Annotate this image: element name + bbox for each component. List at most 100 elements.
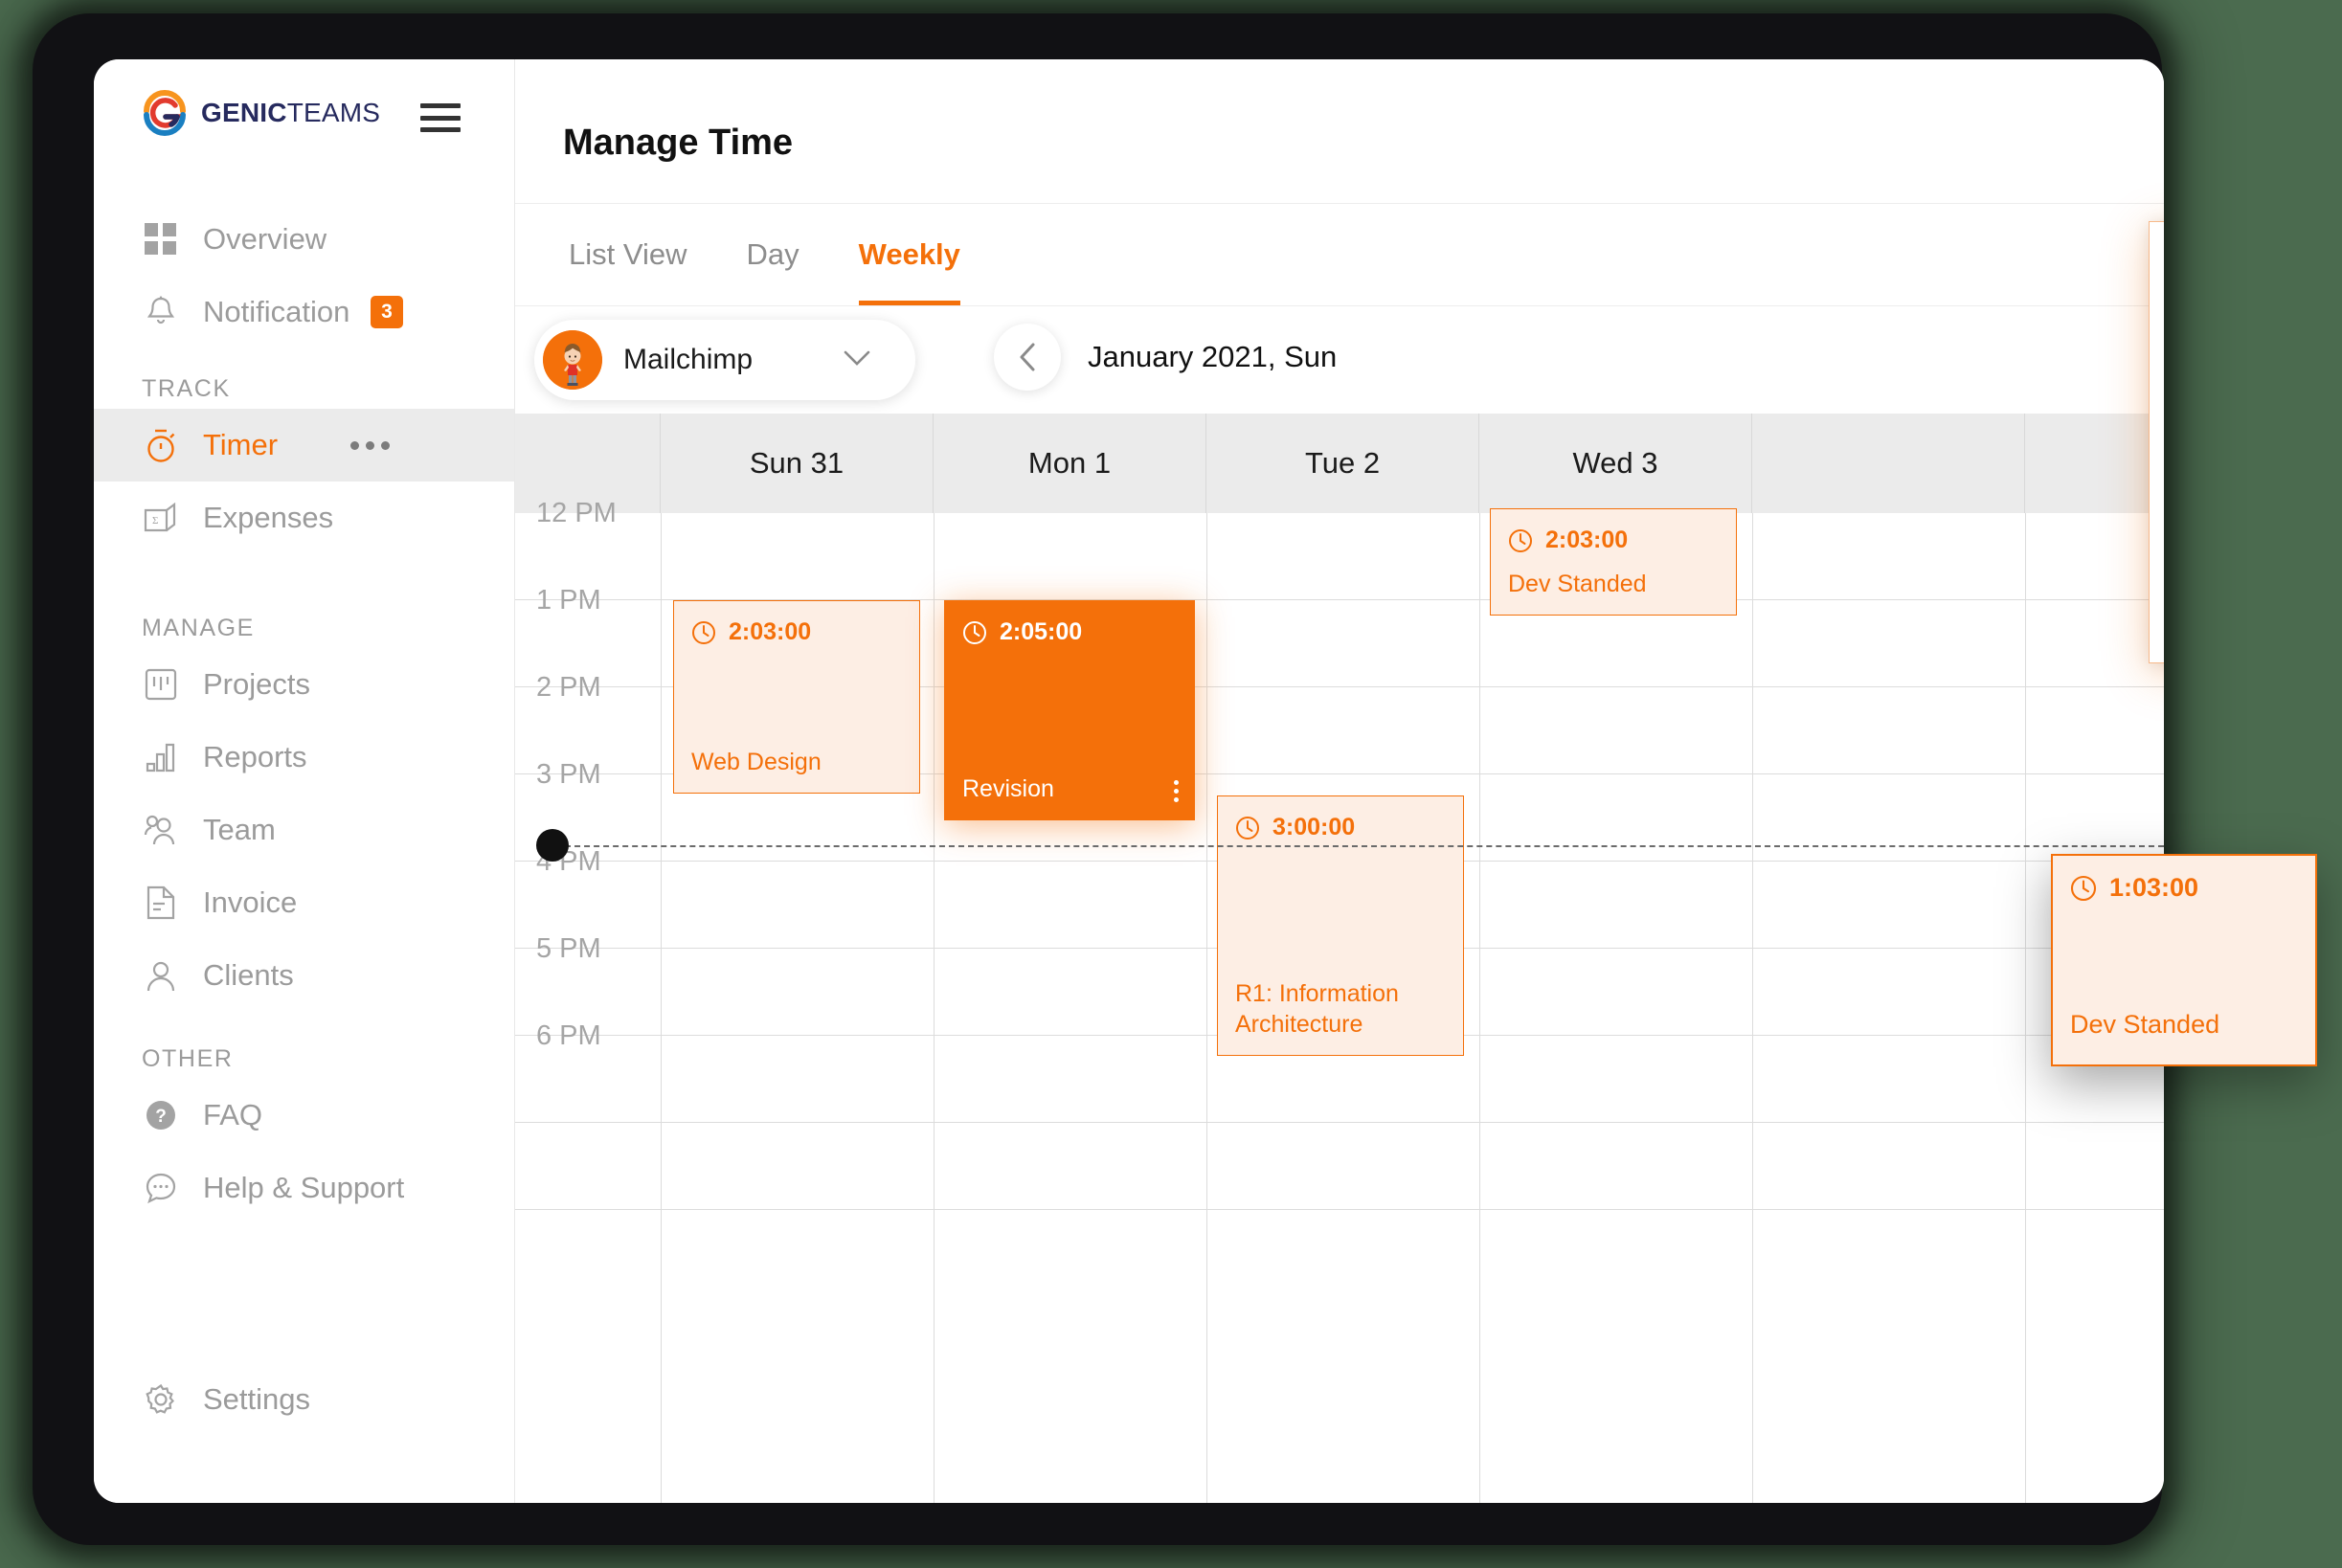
event-title: Web Design [691,748,822,775]
brand-bold: GENIC [201,98,287,127]
day-header-mon: Mon 1 [934,414,1206,513]
tab-weekly[interactable]: Weekly [858,204,961,305]
event-time-row: 2:03:00 [1508,526,1719,554]
main-content: Manage Time List View Day Weekly Mailchi… [515,59,2164,1503]
sidebar-item-label: FAQ [203,1098,263,1131]
timer-more-menu-icon[interactable] [350,440,390,450]
person-icon [140,959,182,992]
event-duration: 2:05:00 [1000,618,1083,645]
event-more-menu-icon[interactable] [1174,780,1179,802]
current-time-dot [536,829,569,862]
sidebar-item-clients[interactable]: Clients [94,939,514,1012]
dragged-event-card[interactable]: 1:03:00 Dev Standed [2051,854,2317,1066]
sidebar-item-label: Invoice [203,885,298,919]
question-circle-icon: ? [140,1099,182,1131]
view-tabs: List View Day Weekly [515,203,2164,306]
gear-icon [140,1383,182,1416]
sidebar-item-label: Team [203,813,276,846]
chat-bubble-icon [140,1172,182,1204]
calendar-event[interactable]: 3:00:00 R1: Information Architecture [1217,795,1464,1056]
event-duration: 2:03:00 [1545,526,1629,553]
clock-icon [2070,875,2097,901]
sidebar-item-overview[interactable]: Overview [94,203,514,276]
project-selector[interactable]: Mailchimp [534,320,915,400]
sidebar-item-help-support[interactable]: Help & Support [94,1152,514,1224]
grid-column-line [1752,513,1753,1503]
hour-label: 1 PM [536,585,601,616]
grid-column-line [934,513,935,1503]
sidebar-item-projects[interactable]: Projects [94,648,514,721]
clock-icon [963,620,986,644]
current-date-label: January 2021, Sun [1088,340,1338,373]
event-duration: 2:03:00 [729,618,812,645]
day-header-sun: Sun 31 [661,414,934,513]
sidebar-item-expenses[interactable]: Σ Expenses [94,482,514,554]
grid-column-line [2025,513,2026,1503]
popup-subtitle: Keep track of your time - anytime and an… [2150,552,2164,573]
sidebar-item-label: Projects [203,667,310,701]
sidebar-item-faq[interactable]: ? FAQ [94,1079,514,1152]
event-title: R1: Information Architecture [1235,980,1399,1038]
event-duration: 3:00:00 [1272,814,1356,840]
tab-list-view[interactable]: List View [569,204,687,305]
calendar-event[interactable]: 2:03:00 Dev Standed [1490,508,1737,616]
sidebar-group-other: OTHER [142,1045,234,1072]
app-screen: GENICTEAMS Overview Notification 3 TRACK… [94,59,2164,1503]
day-header-thu [1752,414,2025,513]
clock-icon [1509,528,1532,552]
hour-label: 6 PM [536,1020,601,1051]
event-time-row: 2:05:00 [962,618,1177,646]
svg-text:Σ: Σ [152,515,158,526]
sidebar-item-label: Clients [203,958,294,992]
sidebar-group-track: TRACK [142,375,231,402]
hour-label: 5 PM [536,933,601,964]
sidebar-item-label: Overview [203,222,327,256]
calendar-event[interactable]: 2:03:00 Web Design [673,600,920,794]
expenses-icon: Σ [140,503,182,533]
sidebar-item-invoice[interactable]: Invoice [94,866,514,939]
sidebar-item-reports[interactable]: Reports [94,721,514,794]
brand-light: TEAMS [286,98,381,127]
hour-row [515,1123,2164,1210]
calendar-event[interactable]: 2:05:00 Revision [944,600,1195,820]
hour-label: 3 PM [536,759,601,790]
sidebar-item-label: Timer [203,428,279,461]
brand-text: GENICTEAMS [201,98,380,128]
tab-day[interactable]: Day [747,204,799,305]
event-time-row: 1:03:00 [2070,873,2298,903]
event-duration: 1:03:00 [2109,873,2199,902]
calendar-grid[interactable]: 12 PM 1 PM 2 PM 3 PM 4 PM 5 PM 6 PM 2:03… [515,498,2164,1503]
genicteams-logo-icon [144,90,186,136]
event-time-row: 2:03:00 [691,618,902,646]
date-navigation: January 2021, Sun [994,324,1337,391]
chevron-left-icon[interactable] [994,324,1061,391]
invoice-icon [140,885,182,920]
chevron-down-icon [843,349,871,371]
svg-text:?: ? [155,1107,167,1127]
day-header-tue: Tue 2 [1206,414,1479,513]
sidebar-item-notification[interactable]: Notification 3 [94,276,514,348]
grid-icon [140,223,182,256]
sidebar-item-team[interactable]: Team [94,794,514,866]
sidebar-item-label: Help & Support [203,1171,405,1204]
stopwatch-icon [140,427,182,463]
documents-illustration [2150,272,2164,473]
sidebar-item-label: Expenses [203,501,334,534]
clock-icon [692,620,715,644]
event-title: Dev Standed [1508,570,1647,597]
grid-column-line [661,513,662,1503]
bell-icon [140,295,182,329]
sidebar-item-label: Notification [203,295,350,328]
project-name: Mailchimp [623,344,754,375]
notification-badge: 3 [371,296,403,328]
hour-label: 2 PM [536,672,601,703]
sidebar-item-timer[interactable]: Timer [94,409,514,482]
page-title: Manage Time [563,123,794,163]
get-tracking-popup: Let's get tracking Keep track of your ti… [2149,221,2164,663]
calendar-day-header: Sun 31 Mon 1 Tue 2 Wed 3 [515,414,2164,513]
event-time-row: 3:00:00 [1235,814,1446,841]
hamburger-menu-icon[interactable] [420,103,461,132]
avatar [543,330,602,390]
day-header-fri [2025,414,2164,513]
sidebar-item-settings[interactable]: Settings [94,1363,514,1436]
